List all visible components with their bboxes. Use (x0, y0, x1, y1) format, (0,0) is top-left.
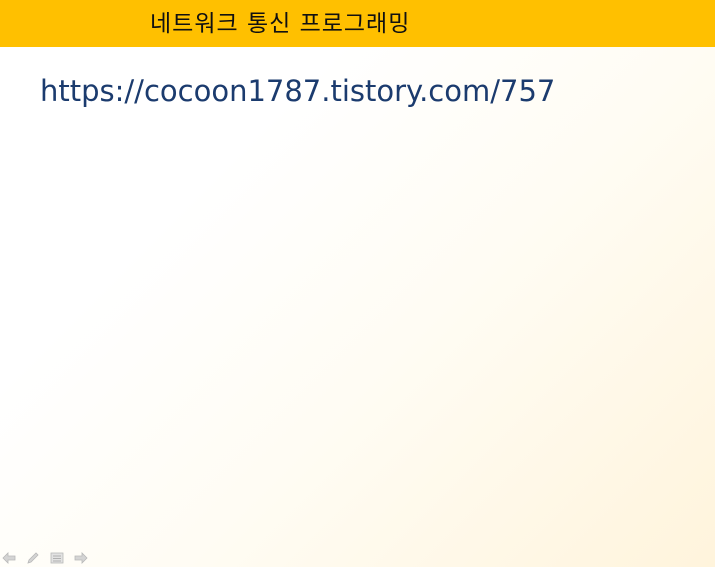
hyperlink-text[interactable]: https://cocoon1787.tistory.com/757 (40, 71, 555, 111)
menu-icon (50, 552, 64, 564)
next-slide-button[interactable] (74, 551, 88, 565)
title-bar: 네트워크 통신 프로그래밍 (0, 0, 715, 47)
slide-title: 네트워크 통신 프로그래밍 (150, 11, 411, 37)
slide-menu-button[interactable] (50, 551, 64, 565)
pen-icon (27, 552, 39, 564)
pen-button[interactable] (26, 551, 40, 565)
previous-slide-button[interactable] (2, 551, 16, 565)
arrow-right-icon (74, 552, 88, 564)
arrow-left-icon (2, 552, 16, 564)
slideshow-nav-controls (2, 551, 88, 565)
slide: 네트워크 통신 프로그래밍 https://cocoon1787.tistory… (0, 0, 715, 567)
